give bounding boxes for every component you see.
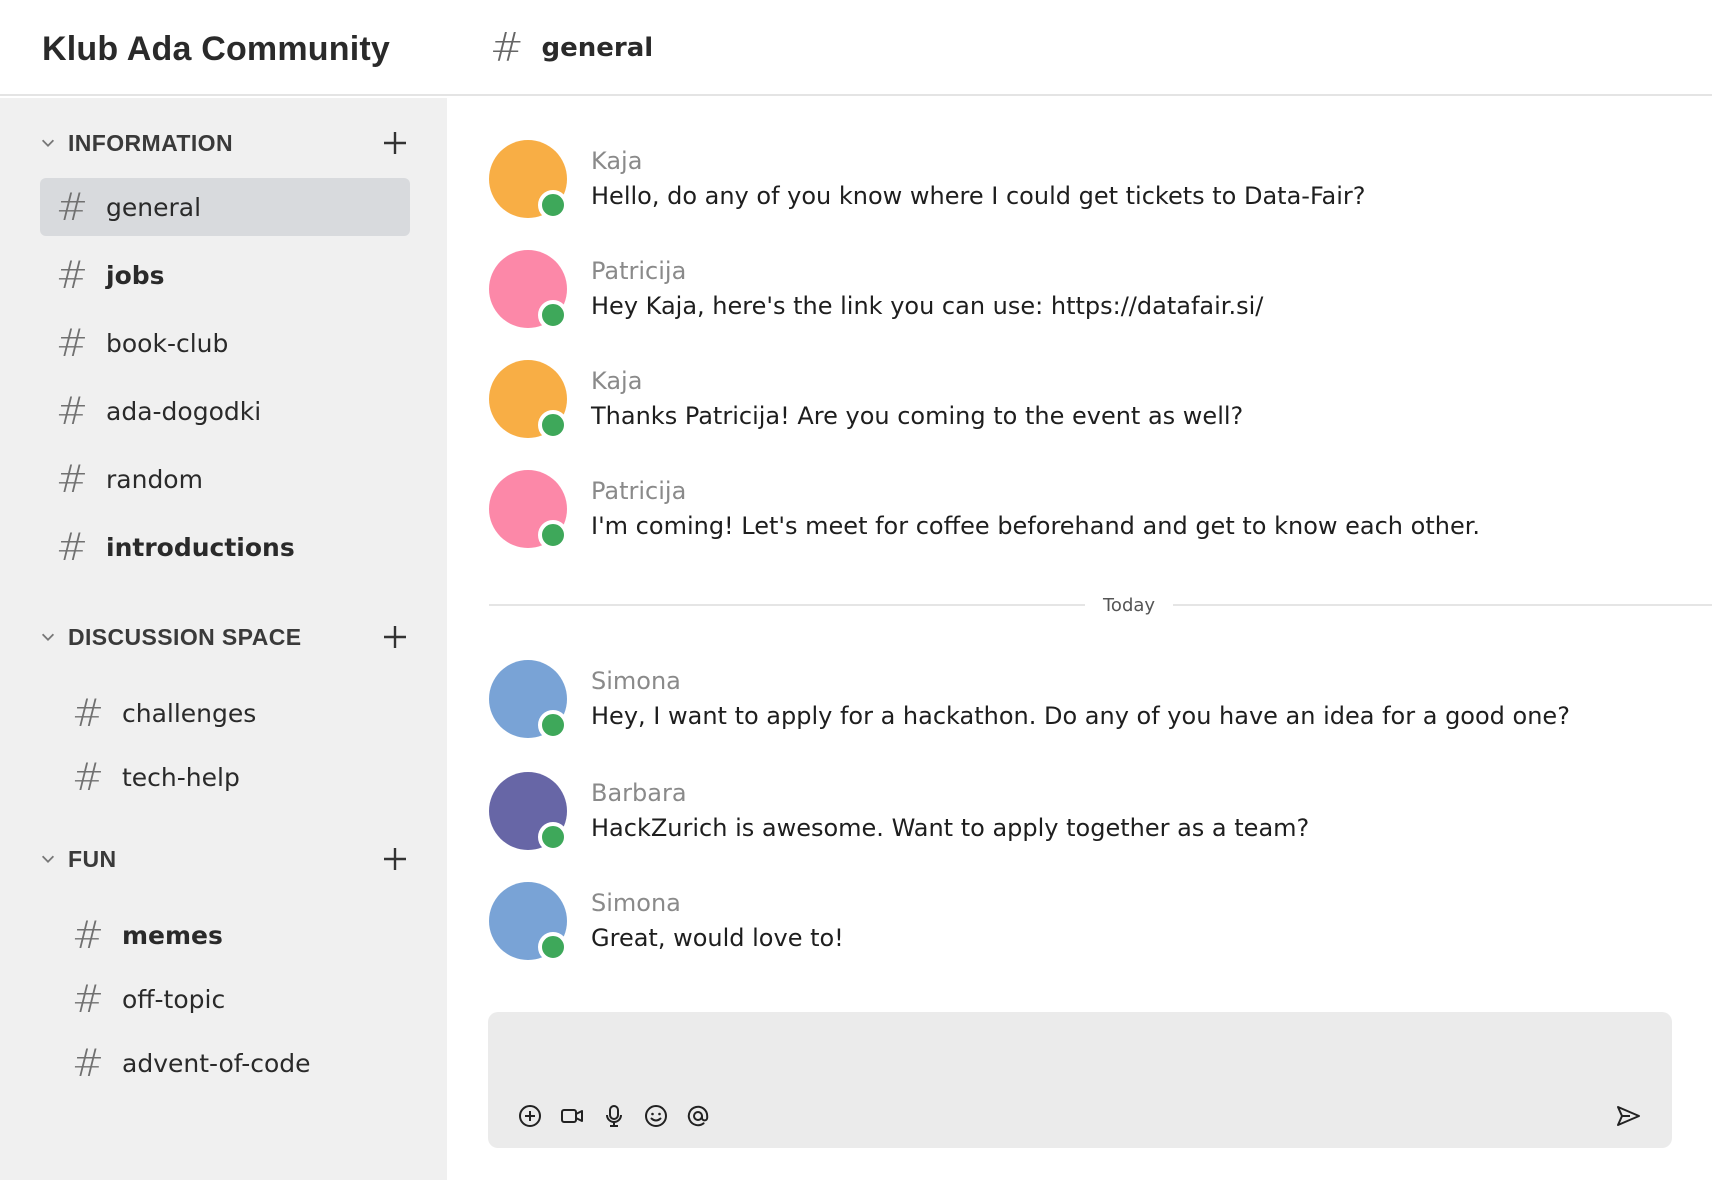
add-circle-icon[interactable]: [516, 1102, 544, 1130]
section-header-information[interactable]: INFORMATION: [38, 123, 410, 163]
hash-icon: #: [72, 691, 104, 735]
online-status-indicator: [538, 520, 568, 550]
channel-label: memes: [122, 920, 223, 950]
message-item: Patricija I'm coming! Let's meet for cof…: [489, 470, 1481, 550]
message-author[interactable]: Simona: [591, 888, 844, 918]
channel-label: tech-help: [122, 762, 240, 792]
hash-icon: #: [56, 525, 88, 569]
message-item: Simona Great, would love to!: [489, 882, 844, 962]
add-channel-icon[interactable]: [380, 622, 410, 652]
channel-label: challenges: [122, 698, 257, 728]
message-item: Barbara HackZurich is awesome. Want to a…: [489, 772, 1310, 852]
online-status-indicator: [538, 932, 568, 962]
hash-icon: #: [72, 755, 104, 799]
message-author[interactable]: Kaja: [591, 146, 1366, 176]
channel-label: general: [106, 192, 202, 222]
hash-icon: #: [56, 253, 88, 297]
sidebar-item-advent-of-code[interactable]: # advent-of-code: [56, 1034, 410, 1092]
sidebar-item-ada-dogodki[interactable]: # ada-dogodki: [40, 382, 410, 440]
avatar[interactable]: [489, 250, 568, 330]
online-status-indicator: [538, 822, 568, 852]
channel-label: off-topic: [122, 984, 226, 1014]
hash-icon: #: [72, 977, 104, 1021]
hash-icon: #: [56, 389, 88, 433]
channel-label: advent-of-code: [122, 1048, 311, 1078]
section-label: INFORMATION: [68, 129, 233, 156]
divider-line: [489, 604, 1085, 606]
sidebar-item-random[interactable]: # random: [40, 450, 410, 508]
message-text: I'm coming! Let's meet for coffee before…: [591, 512, 1481, 540]
hash-icon: #: [56, 185, 88, 229]
avatar[interactable]: [489, 470, 568, 550]
avatar[interactable]: [489, 140, 568, 220]
hash-icon: #: [56, 321, 88, 365]
channel-label: introductions: [106, 532, 295, 562]
date-divider: Today: [489, 590, 1712, 620]
current-channel-header: # general: [490, 28, 653, 68]
channel-label: jobs: [106, 260, 165, 290]
avatar[interactable]: [489, 882, 568, 962]
microphone-icon[interactable]: [600, 1102, 628, 1130]
message-text: HackZurich is awesome. Want to apply tog…: [591, 814, 1310, 842]
section-label: FUN: [68, 845, 117, 872]
section-label: DISCUSSION SPACE: [68, 623, 302, 650]
sidebar-item-off-topic[interactable]: # off-topic: [56, 970, 410, 1028]
message-composer[interactable]: [488, 1012, 1672, 1148]
composer-toolbar: [516, 1102, 726, 1130]
online-status-indicator: [538, 710, 568, 740]
channel-label: random: [106, 464, 203, 494]
online-status-indicator: [538, 410, 568, 440]
message-text: Thanks Patricija! Are you coming to the …: [591, 402, 1244, 430]
emoji-icon[interactable]: [642, 1102, 670, 1130]
sidebar-item-challenges[interactable]: # challenges: [56, 684, 410, 742]
channel-label: ada-dogodki: [106, 396, 262, 426]
section-header-fun[interactable]: FUN: [38, 839, 410, 879]
avatar[interactable]: [489, 360, 568, 440]
message-author[interactable]: Kaja: [591, 366, 1243, 396]
message-text: Hey Kaja, here's the link you can use: h…: [591, 292, 1264, 320]
online-status-indicator: [538, 300, 568, 330]
sidebar-item-memes[interactable]: # memes: [56, 906, 410, 964]
avatar[interactable]: [489, 660, 568, 740]
hash-icon: #: [72, 913, 104, 957]
message-author[interactable]: Patricija: [591, 476, 1480, 506]
message-author[interactable]: Simona: [591, 666, 1570, 696]
message-item: Simona Hey, I want to apply for a hackat…: [489, 660, 1570, 740]
add-channel-icon[interactable]: [380, 844, 410, 874]
hash-icon: #: [72, 1041, 104, 1085]
avatar[interactable]: [489, 772, 568, 852]
add-channel-icon[interactable]: [380, 128, 410, 158]
workspace-title[interactable]: Klub Ada Community: [42, 30, 390, 69]
top-header: Klub Ada Community # general: [0, 0, 1712, 96]
message-text: Hello, do any of you know where I could …: [591, 182, 1366, 210]
message-item: Patricija Hey Kaja, here's the link you …: [489, 250, 1264, 330]
sidebar-item-jobs[interactable]: # jobs: [40, 246, 410, 304]
message-text: Hey, I want to apply for a hackathon. Do…: [591, 702, 1570, 730]
message-text: Great, would love to!: [591, 924, 844, 952]
online-status-indicator: [538, 190, 568, 220]
message-author[interactable]: Barbara: [591, 778, 1309, 808]
send-icon[interactable]: [1612, 1100, 1644, 1132]
sidebar-item-tech-help[interactable]: # tech-help: [56, 748, 410, 806]
chevron-down-icon[interactable]: [38, 627, 58, 647]
sidebar-item-introductions[interactable]: # introductions: [40, 518, 410, 576]
message-item: Kaja Thanks Patricija! Are you coming to…: [489, 360, 1244, 440]
sidebar: INFORMATION # general # jobs # book-club…: [0, 98, 447, 1180]
section-header-discussion-space[interactable]: DISCUSSION SPACE: [38, 617, 410, 657]
message-list: Kaja Hello, do any of you know where I c…: [447, 98, 1712, 998]
channel-label: book-club: [106, 328, 229, 358]
sidebar-item-book-club[interactable]: # book-club: [40, 314, 410, 372]
chevron-down-icon[interactable]: [38, 133, 58, 153]
message-item: Kaja Hello, do any of you know where I c…: [489, 140, 1366, 220]
video-camera-icon[interactable]: [558, 1102, 586, 1130]
sidebar-item-general[interactable]: # general: [40, 178, 410, 236]
current-channel-name: general: [541, 33, 654, 63]
channel-hash-icon: #: [490, 25, 524, 71]
hash-icon: #: [56, 457, 88, 501]
divider-line: [1173, 604, 1712, 606]
chevron-down-icon[interactable]: [38, 849, 58, 869]
mention-icon[interactable]: [684, 1102, 712, 1130]
date-divider-label: Today: [1103, 594, 1156, 616]
message-author[interactable]: Patricija: [591, 256, 1263, 286]
